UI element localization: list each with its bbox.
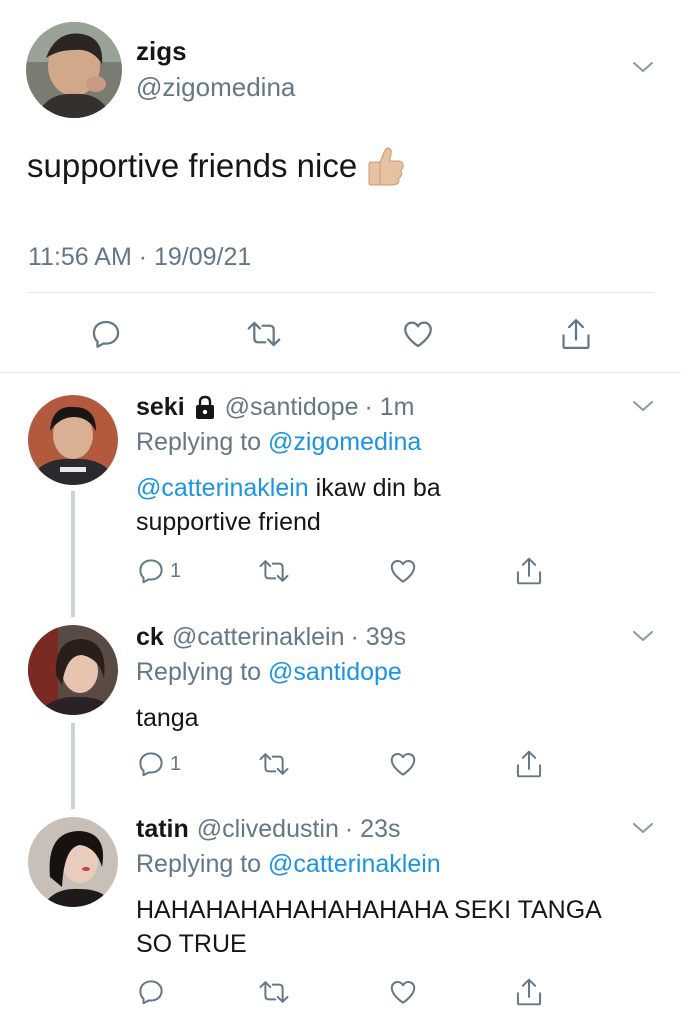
thumbs-up-emoji-icon [368, 147, 404, 186]
replying-to: Replying to @santidope [136, 658, 402, 687]
retweet-button[interactable] [258, 554, 290, 588]
replying-to: Replying to @catterinaklein [136, 850, 441, 879]
share-button[interactable] [514, 747, 544, 781]
like-button[interactable] [388, 747, 418, 781]
like-button[interactable] [398, 314, 438, 354]
replying-to: Replying to @zigomedina [136, 428, 421, 457]
author-handle[interactable]: @santidope [225, 393, 359, 422]
author-name[interactable]: seki [136, 393, 185, 422]
share-icon [516, 557, 542, 585]
replying-to-link[interactable]: @catterinaklein [268, 850, 441, 878]
like-button[interactable] [388, 975, 418, 1009]
chevron-down-icon[interactable] [632, 821, 654, 835]
share-button[interactable] [556, 314, 596, 354]
share-icon [516, 750, 542, 778]
retweet-icon [247, 321, 281, 347]
reply-icon [139, 559, 163, 584]
like-icon [390, 753, 416, 776]
tweet-actions: 1 [0, 747, 681, 781]
reply-text-line1: ikaw din ba [308, 474, 441, 502]
retweet-icon [259, 981, 289, 1003]
replying-prefix: Replying to [136, 428, 269, 456]
author-name[interactable]: ck [136, 623, 164, 652]
reply-button[interactable] [136, 975, 166, 1009]
retweet-button[interactable] [244, 314, 284, 354]
author-name[interactable]: tatin [136, 815, 189, 844]
divider [28, 292, 654, 293]
like-button[interactable] [388, 554, 418, 588]
reply-text: @catterinaklein ikaw din ba supportive f… [136, 471, 441, 539]
tweet-actions [0, 314, 681, 354]
author-handle[interactable]: @clivedustin [197, 815, 339, 844]
like-icon [390, 981, 416, 1004]
avatar[interactable] [26, 22, 122, 118]
retweet-button[interactable] [258, 747, 290, 781]
chevron-down-icon[interactable] [632, 629, 654, 643]
reply-text: HAHAHAHAHAHAHAHAHA SEKI TANGA SO TRUE [136, 893, 602, 961]
reply-count: 1 [170, 752, 182, 775]
replying-prefix: Replying to [136, 658, 269, 686]
reply-count: 1 [170, 559, 182, 582]
main-tweet: zigs @zigomedina supportive friends nice… [0, 0, 681, 372]
reply-button[interactable] [86, 314, 126, 354]
retweet-icon [259, 753, 289, 775]
replying-to-link[interactable]: @zigomedina [268, 428, 421, 456]
tweet-timestamp[interactable]: 11:56 AM · 19/09/21 [28, 243, 251, 272]
reply-text-line2: supportive friend [136, 508, 321, 536]
tweet-text: supportive friends nice [27, 146, 405, 186]
retweet-button[interactable] [258, 975, 290, 1009]
chevron-down-icon[interactable] [632, 60, 654, 74]
share-button[interactable] [514, 554, 544, 588]
lock-icon [195, 395, 214, 419]
replying-prefix: Replying to [136, 850, 269, 878]
reply-tweet: seki @santidope · 1m Replying to @zigome… [0, 373, 681, 617]
retweet-icon [259, 560, 289, 582]
mention-link[interactable]: @catterinaklein [136, 474, 309, 502]
reply-text-line1: HAHAHAHAHAHAHAHAHA SEKI TANGA [136, 896, 602, 924]
reply-icon [139, 980, 163, 1005]
avatar[interactable] [28, 625, 118, 715]
like-icon [390, 560, 416, 583]
author-name[interactable]: zigs [136, 36, 187, 67]
tweet-actions: 1 [0, 554, 681, 588]
like-icon [404, 321, 432, 348]
share-icon [562, 319, 590, 349]
reply-text: tanga [136, 704, 199, 732]
reply-tweet: ck @catterinaklein · 39s Replying to @sa… [0, 613, 681, 809]
avatar[interactable] [28, 817, 118, 907]
share-button[interactable] [514, 975, 544, 1009]
author-handle[interactable]: @catterinaklein [172, 623, 345, 652]
reply-button[interactable]: 1 [136, 554, 181, 588]
share-icon [516, 978, 542, 1006]
reply-tweet: tatin @clivedustin · 23s Replying to @ca… [0, 805, 681, 1024]
reply-time[interactable]: · 39s [351, 623, 407, 652]
reply-header: ck @catterinaklein · 39s [136, 623, 406, 652]
tweet-text-content: supportive friends nice [27, 147, 358, 184]
reply-header: seki @santidope · 1m [136, 393, 414, 422]
avatar[interactable] [28, 395, 118, 485]
reply-button[interactable]: 1 [136, 747, 181, 781]
reply-header: tatin @clivedustin · 23s [136, 815, 400, 844]
reply-text-line2: SO TRUE [136, 930, 247, 958]
tweet-actions [0, 975, 681, 1009]
reply-time[interactable]: · 1m [364, 393, 414, 422]
reply-time[interactable]: · 23s [345, 815, 401, 844]
chevron-down-icon[interactable] [632, 399, 654, 413]
author-handle[interactable]: @zigomedina [136, 72, 295, 103]
replying-to-link[interactable]: @santidope [268, 658, 402, 686]
reply-icon [92, 320, 120, 348]
reply-icon [139, 752, 163, 777]
